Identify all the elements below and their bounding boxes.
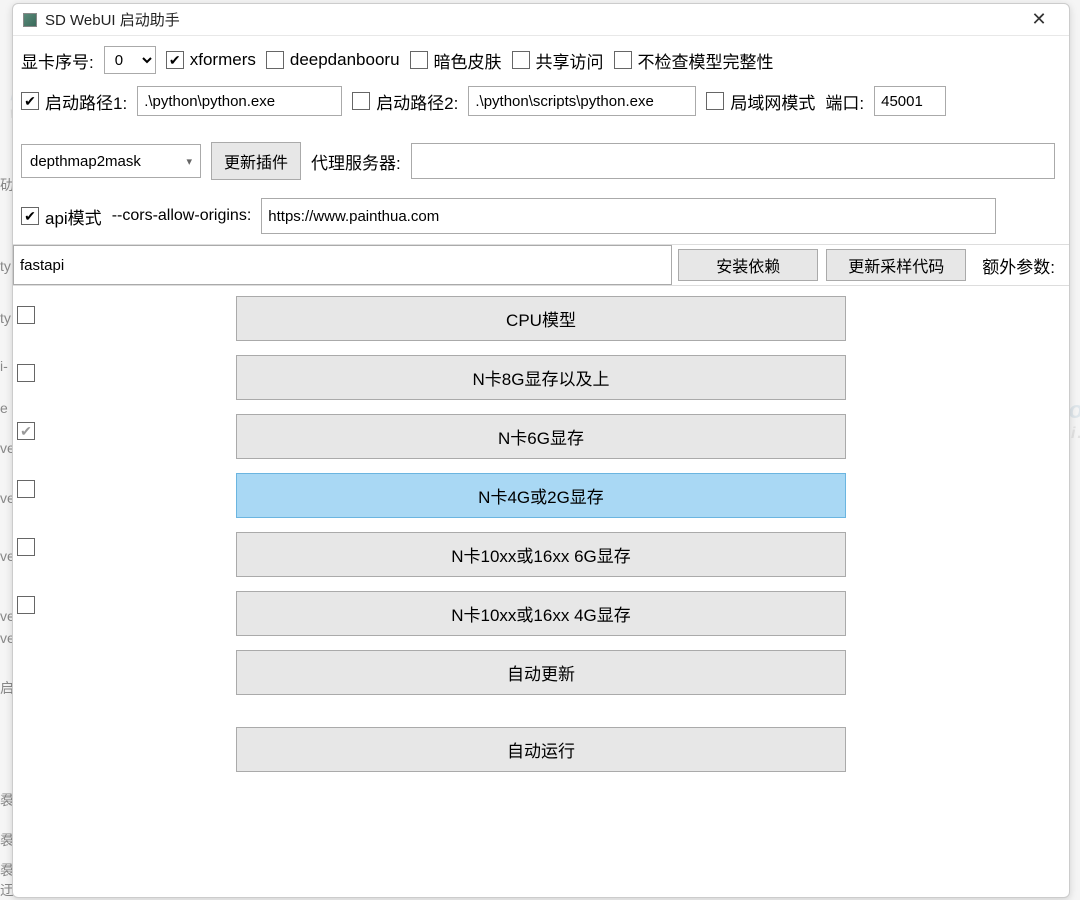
auto-update-button[interactable]: 自动更新	[236, 650, 846, 695]
row-paths: ✔ 启动路径1: 启动路径2: 局域网模式 端口:	[13, 78, 1069, 124]
n6g-button[interactable]: N卡6G显存	[236, 414, 846, 459]
update-sample-code-button[interactable]: 更新采样代码	[826, 249, 966, 281]
share-label: 共享访问	[536, 48, 604, 73]
darkskin-label: 暗色皮肤	[434, 48, 502, 73]
proxy-label: 代理服务器:	[311, 149, 401, 174]
side-checkbox-4[interactable]	[17, 480, 35, 498]
path1-label: 启动路径1:	[45, 89, 127, 114]
xformers-checkbox[interactable]: ✔	[166, 51, 184, 69]
extra-params-label: 额外参数:	[974, 253, 1063, 278]
nocheck-checkbox[interactable]	[614, 51, 632, 69]
left-side-checks: ✔	[13, 286, 53, 772]
path1-checkbox[interactable]: ✔	[21, 92, 39, 110]
api-mode-label: api模式	[45, 204, 102, 229]
content-area: 显卡序号: 0 ✔ xformers deepdanbooru 暗色皮肤 共享访…	[13, 36, 1069, 897]
path2-input[interactable]	[468, 86, 696, 116]
auto-run-button[interactable]: 自动运行	[236, 727, 846, 772]
n10xx4g-button[interactable]: N卡10xx或16xx 4G显存	[236, 591, 846, 636]
lan-checkbox[interactable]	[706, 92, 724, 110]
deepdanbooru-checkbox[interactable]	[266, 51, 284, 69]
cpu-model-button[interactable]: CPU模型	[236, 296, 846, 341]
close-icon[interactable]: ✕	[1019, 6, 1059, 34]
launch-buttons-area: ✔ CPU模型 N卡8G显存以及上 N卡6G显存 N卡4G或2G显存 N卡10x…	[13, 285, 1069, 772]
row-api-cors: ✔ api模式 --cors-allow-origins:	[13, 184, 1069, 244]
app-icon	[23, 13, 37, 27]
cors-label: --cors-allow-origins:	[112, 207, 252, 225]
edge-artifact: e	[0, 400, 8, 416]
api-mode-checkbox[interactable]: ✔	[21, 207, 39, 225]
xformers-label: xformers	[190, 50, 256, 70]
side-checkbox-5[interactable]	[17, 538, 35, 556]
side-checkbox-6[interactable]	[17, 596, 35, 614]
path2-label: 启动路径2:	[376, 89, 458, 114]
side-checkbox-1[interactable]	[17, 306, 35, 324]
proxy-input[interactable]	[411, 143, 1055, 179]
n8g-button[interactable]: N卡8G显存以及上	[236, 355, 846, 400]
deepdanbooru-label: deepdanbooru	[290, 50, 400, 70]
plugin-select-value: depthmap2mask	[30, 153, 141, 170]
update-plugin-button[interactable]: 更新插件	[211, 142, 301, 180]
row-options-1: 显卡序号: 0 ✔ xformers deepdanbooru 暗色皮肤 共享访…	[13, 42, 1069, 78]
edge-artifact: ty	[0, 258, 11, 274]
chevron-down-icon: ▾	[186, 155, 192, 168]
app-window: SD WebUI 启动助手 ✕ 显卡序号: 0 ✔ xformers deepd…	[12, 3, 1070, 898]
port-input[interactable]	[874, 86, 946, 116]
share-checkbox[interactable]	[512, 51, 530, 69]
install-deps-button[interactable]: 安装依赖	[678, 249, 818, 281]
gpu-index-select[interactable]: 0	[104, 46, 156, 74]
path2-checkbox[interactable]	[352, 92, 370, 110]
row-plugin-proxy: depthmap2mask ▾ 更新插件 代理服务器:	[13, 124, 1069, 184]
port-label: 端口:	[825, 89, 864, 114]
cors-input[interactable]	[261, 198, 996, 234]
window-title: SD WebUI 启动助手	[45, 9, 1019, 30]
plugin-select[interactable]: depthmap2mask ▾	[21, 144, 201, 178]
darkskin-checkbox[interactable]	[410, 51, 428, 69]
nocheck-label: 不检查模型完整性	[638, 48, 774, 73]
path1-input[interactable]	[137, 86, 342, 116]
edge-artifact: i-	[0, 358, 8, 374]
gpu-index-label: 显卡序号:	[21, 48, 94, 73]
edge-artifact: ty	[0, 310, 11, 326]
fastapi-input[interactable]	[13, 245, 672, 285]
n4g2g-button[interactable]: N卡4G或2G显存	[236, 473, 846, 518]
n10xx6g-button[interactable]: N卡10xx或16xx 6G显存	[236, 532, 846, 577]
side-checkbox-2[interactable]	[17, 364, 35, 382]
lan-label: 局域网模式	[730, 89, 815, 114]
side-checkbox-3[interactable]: ✔	[17, 422, 35, 440]
titlebar: SD WebUI 启动助手 ✕	[13, 4, 1069, 36]
row-fastapi: 安装依赖 更新采样代码 额外参数:	[13, 244, 1069, 285]
